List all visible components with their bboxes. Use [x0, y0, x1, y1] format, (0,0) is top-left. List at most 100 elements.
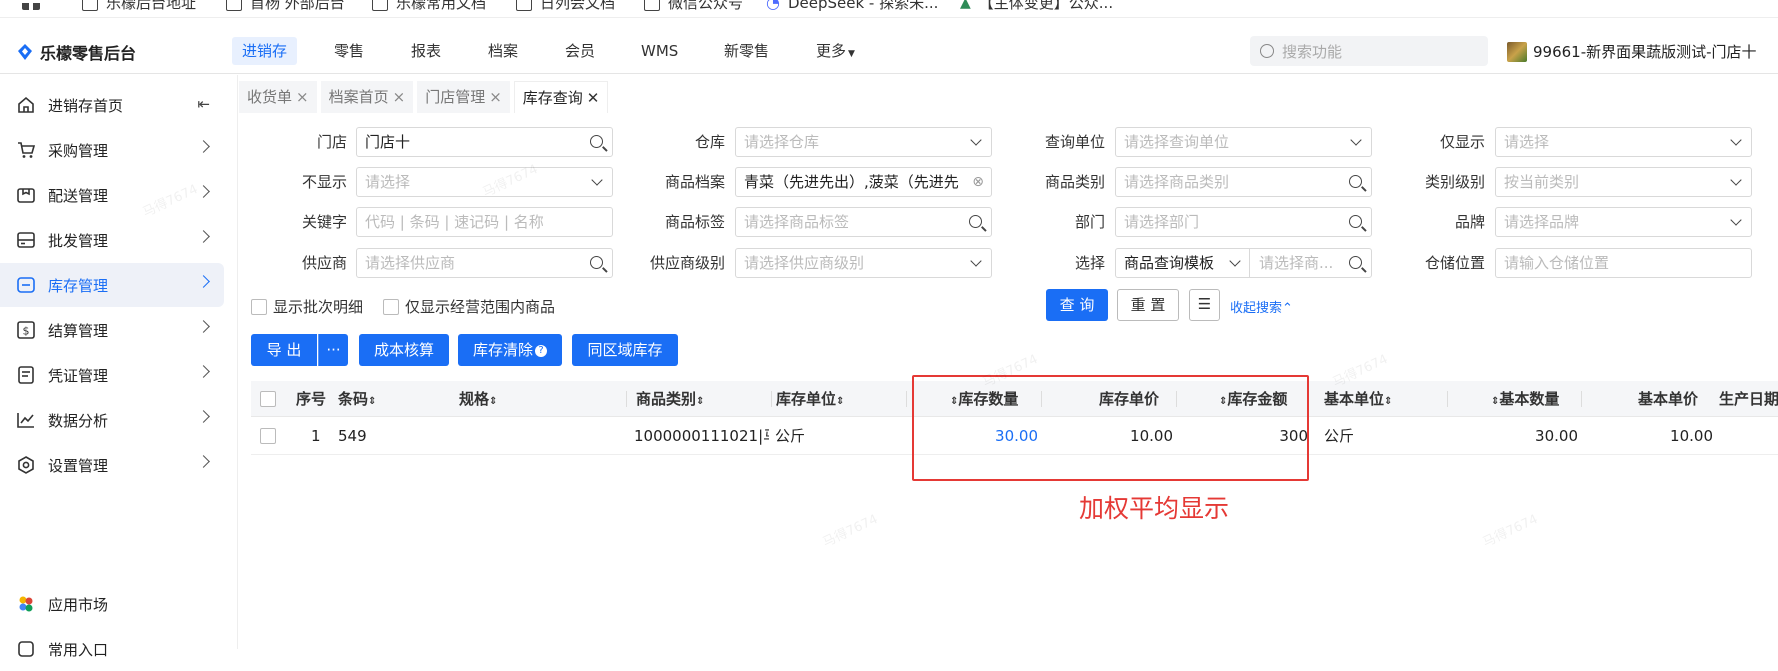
sidebar-item-purchase[interactable]: 采购管理	[0, 128, 224, 172]
bookmark-item[interactable]: ▲ 【主体变更】公众...	[960, 0, 1113, 13]
bookmark-item[interactable]: 日列会文档	[516, 0, 615, 13]
close-icon[interactable]: ×	[296, 88, 309, 106]
product-tag-input[interactable]: 请选择商品标签	[735, 207, 992, 237]
sidebar: 进销存首页 ⇤ 采购管理 配送管理 批发管理 库存管理 $ 结算管理 凭证管理 …	[0, 75, 238, 659]
search-icon	[1349, 215, 1362, 228]
nav-retail[interactable]: 零售	[324, 37, 374, 65]
apps-grid-icon	[22, 0, 40, 10]
cost-accounting-button[interactable]: 成本核算	[359, 334, 449, 366]
supplier-input[interactable]: 请选择供应商	[356, 248, 613, 278]
highlight-box	[912, 375, 1309, 481]
tab-inventory-query[interactable]: 库存查询 ✕	[513, 81, 609, 113]
supplier-level-select[interactable]: 请选择供应商级别	[735, 248, 992, 278]
department-label: 部门	[1074, 213, 1105, 231]
storage-location-label: 仓储位置	[1424, 254, 1485, 272]
bookmarks-bar: 乐檬后台地址 首杨 外部后台 乐檬常用文档 日列会文档 微信公众号 ◔ DeepS…	[0, 0, 1778, 18]
business-scope-checkbox[interactable]: 仅显示经营范围内商品	[383, 296, 555, 317]
clear-circle-icon[interactable]: ⊗	[972, 168, 984, 196]
sidebar-item-wholesale[interactable]: 批发管理	[0, 218, 224, 262]
checkbox[interactable]	[251, 298, 267, 315]
column-settings-button[interactable]: ☰	[1189, 289, 1220, 321]
keyword-input[interactable]: 代码 | 条码 | 速记码 | 名称	[356, 207, 613, 237]
nav-new-retail[interactable]: 新零售	[714, 37, 779, 65]
tab-archive-home[interactable]: 档案首页 ×	[320, 81, 414, 113]
sidebar-item-settings[interactable]: 设置管理	[0, 443, 224, 487]
bookmark-item[interactable]: 乐檬后台地址	[82, 0, 196, 13]
chevron-right-icon	[197, 140, 210, 153]
nav-reports[interactable]: 报表	[401, 37, 451, 65]
close-icon[interactable]: ×	[489, 88, 502, 106]
row-checkbox[interactable]	[260, 428, 276, 444]
apps-shortcut[interactable]	[22, 0, 40, 10]
warehouse-select[interactable]: 请选择仓库	[735, 127, 992, 157]
nav-archive[interactable]: 档案	[478, 37, 528, 65]
tab-receipt[interactable]: 收货单 ×	[239, 81, 317, 113]
product-tag-label: 商品标签	[664, 213, 725, 231]
sidebar-item-voucher[interactable]: 凭证管理	[0, 353, 224, 397]
category-level-select[interactable]: 按当前类别	[1495, 167, 1752, 197]
store-input[interactable]: 门店十	[356, 127, 613, 157]
chevron-right-icon	[197, 455, 210, 468]
nav-more[interactable]: 更多 ▼	[806, 37, 865, 65]
template-search-input[interactable]: 请选择商...	[1251, 249, 1371, 277]
collapse-search-link[interactable]: 收起搜索⌃	[1230, 297, 1293, 316]
reset-button[interactable]: 重 置	[1117, 289, 1179, 321]
nav-wms[interactable]: WMS	[631, 37, 688, 65]
product-file-input[interactable]: 青菜（先进先出）,菠菜（先进先 ⊗	[735, 167, 992, 197]
only-show-select[interactable]: 请选择	[1495, 127, 1752, 157]
sort-icon: ⇕	[368, 396, 377, 407]
same-area-inventory-button[interactable]: 同区域库存	[572, 334, 678, 366]
select-all-checkbox[interactable]	[260, 391, 276, 407]
bookmark-item[interactable]: 乐檬常用文档	[372, 0, 486, 13]
app-logo[interactable]: 乐檬零售后台	[16, 40, 136, 64]
close-icon[interactable]: ×	[393, 88, 406, 106]
show-batch-detail-checkbox[interactable]: 显示批次明细	[251, 296, 363, 317]
chevron-down-icon	[1730, 134, 1742, 146]
sort-icon: ⇕	[696, 396, 705, 407]
nav-member[interactable]: 会员	[555, 37, 605, 65]
bookmark-item[interactable]: 首杨 外部后台	[226, 0, 345, 13]
store-switcher[interactable]: 99661-新界面果蔬版测试-门店十	[1507, 41, 1757, 62]
sidebar-item-settlement[interactable]: $ 结算管理	[0, 308, 224, 352]
category-level-label: 类别级别	[1424, 173, 1485, 191]
collapse-sidebar-icon[interactable]: ⇤	[197, 95, 210, 113]
sidebar-item-shortcut[interactable]: 常用入口	[0, 627, 224, 671]
col-stock-unit[interactable]: 库存单位⇕	[776, 381, 844, 417]
nav-jinxiaocun[interactable]: 进销存	[232, 37, 298, 65]
bookmark-item[interactable]: 微信公众号	[644, 0, 743, 13]
col-spec[interactable]: 规格⇕	[459, 381, 497, 417]
product-category-input[interactable]: 请选择商品类别	[1115, 167, 1372, 197]
cell-barcode: 549	[338, 427, 367, 445]
storage-location-input[interactable]: 请输入仓储位置	[1495, 248, 1752, 278]
search-icon	[1260, 44, 1274, 58]
query-button[interactable]: 查 询	[1046, 289, 1108, 321]
sidebar-item-analytics[interactable]: 数据分析	[0, 398, 224, 442]
col-production-date: 生产日期	[1719, 390, 1778, 408]
page-tabs: 收货单 × 档案首页 × 门店管理 × 库存查询 ✕	[239, 81, 609, 113]
function-search[interactable]: 搜索功能	[1250, 36, 1488, 66]
sidebar-item-home[interactable]: 进销存首页 ⇤	[0, 83, 224, 127]
col-base-unit[interactable]: 基本单位⇕	[1324, 381, 1392, 417]
not-show-select[interactable]: 请选择	[356, 167, 613, 197]
close-icon[interactable]: ✕	[587, 89, 600, 107]
col-base-qty[interactable]: ⇕基本数量	[1491, 381, 1559, 417]
sidebar-item-app-market[interactable]: 应用市场	[0, 582, 224, 626]
department-input[interactable]: 请选择部门	[1115, 207, 1372, 237]
export-button[interactable]: 导 出	[251, 334, 317, 366]
col-category[interactable]: 商品类别⇕	[636, 381, 704, 417]
double-chevron-up-icon: ⌃	[1282, 301, 1293, 316]
export-more-button[interactable]: ···	[318, 334, 348, 366]
cell-category: 1000000111021|马	[634, 427, 769, 445]
bookmark-item[interactable]: ◔ DeepSeek - 探索未...	[766, 0, 938, 13]
tab-store-manage[interactable]: 门店管理 ×	[417, 81, 510, 113]
brand-select[interactable]: 请选择品牌	[1495, 207, 1752, 237]
template-select[interactable]: 商品查询模板	[1116, 249, 1250, 277]
inventory-clear-button[interactable]: 库存清除?	[458, 334, 562, 366]
cell-stock-unit: 公斤	[775, 427, 806, 445]
sidebar-item-inventory[interactable]: 库存管理	[0, 263, 224, 307]
search-icon	[1349, 175, 1362, 188]
sidebar-item-delivery[interactable]: 配送管理	[0, 173, 224, 217]
query-unit-select[interactable]: 请选择查询单位	[1115, 127, 1372, 157]
checkbox[interactable]	[383, 298, 399, 315]
col-barcode[interactable]: 条码⇕	[338, 381, 376, 417]
